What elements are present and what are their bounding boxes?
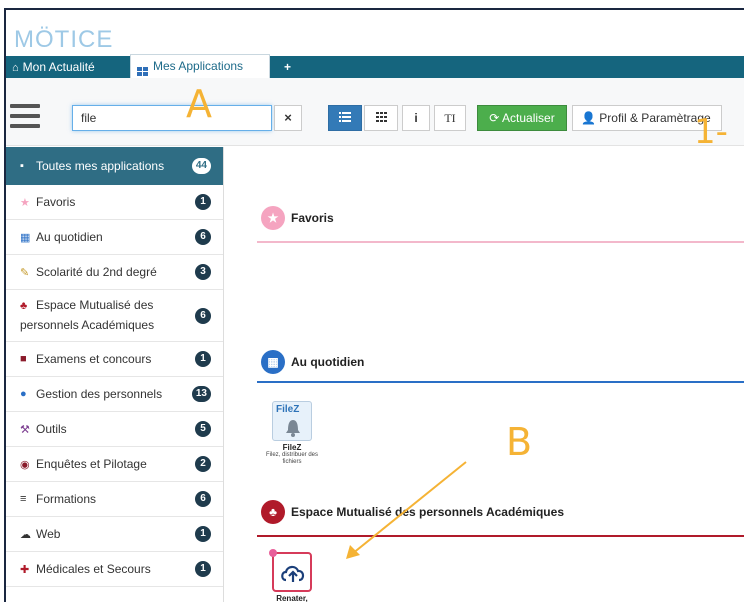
- tab-label: Mon Actualité: [22, 60, 95, 74]
- sidebar-item-formations[interactable]: ≡ Formations 6: [6, 482, 223, 517]
- add-tab-button[interactable]: +: [278, 56, 298, 78]
- sidebar-item-favoris[interactable]: ★ Favoris 1: [6, 185, 223, 220]
- app-window: MÖTICE ⌂ Mon Actualité Mes Applications +…: [4, 8, 744, 602]
- count-badge: 13: [191, 386, 211, 402]
- category-sidebar: ▪ Toutes mes applications 44 ★ Favoris 1…: [6, 147, 224, 602]
- section-divider: [257, 241, 744, 243]
- search-input[interactable]: [72, 105, 272, 131]
- app-filez[interactable]: FileZ FileZ Filez, distribuer des fichie…: [257, 401, 327, 466]
- count-badge: 1: [195, 526, 211, 542]
- medkit-icon: ✚: [20, 563, 30, 576]
- tab-mes-applications[interactable]: Mes Applications: [130, 54, 270, 78]
- sidebar-item-gestion[interactable]: ● Gestion des personnels 13: [6, 377, 223, 412]
- filez-icon: FileZ: [272, 401, 312, 441]
- annotation-a: A: [186, 82, 212, 126]
- sidebar-item-toutes[interactable]: ▪ Toutes mes applications 44: [6, 147, 223, 185]
- list-icon: [339, 112, 351, 122]
- count-badge: 6: [195, 229, 211, 245]
- count-badge: 44: [191, 158, 211, 174]
- sidebar-item-outils[interactable]: ⚒ Outils 5: [6, 412, 223, 447]
- puzzle-icon: ♣: [261, 500, 285, 524]
- grid-view-button[interactable]: [364, 105, 398, 131]
- user-icon: 👤: [581, 111, 596, 125]
- tab-label: Mes Applications: [153, 59, 244, 73]
- folder-icon: ▪: [20, 160, 24, 172]
- section-title: Espace Mutualisé des personnels Académiq…: [291, 505, 564, 519]
- graduation-icon: ≡: [20, 493, 27, 505]
- count-badge: 1: [195, 351, 211, 367]
- grid-icon: [137, 67, 148, 76]
- text-size-button[interactable]: TI: [434, 105, 466, 131]
- tab-mon-actualite[interactable]: ⌂ Mon Actualité: [6, 56, 128, 78]
- toolbar: × i TI ⟳ Actualiser 👤 Profil & Paramètra…: [6, 78, 744, 146]
- count-badge: 1: [195, 194, 211, 210]
- star-icon: ★: [20, 196, 30, 209]
- section-divider: [257, 381, 744, 383]
- section-title: Au quotidien: [291, 355, 365, 369]
- section-au-quotidien: ▦ Au quotidien: [257, 347, 744, 383]
- sidebar-item-examens[interactable]: ■ Examens et concours 1: [6, 342, 223, 377]
- menu-icon[interactable]: [10, 104, 42, 130]
- motice-logo: MÖTICE: [14, 26, 114, 53]
- refresh-icon: ⟳: [489, 111, 500, 125]
- sidebar-item-medicales[interactable]: ✚ Médicales et Secours 1: [6, 552, 223, 587]
- annotation-one: 1-: [694, 112, 728, 152]
- app-name: FileZ: [282, 443, 302, 452]
- sidebar-item-au-quotidien[interactable]: ▦ Au quotidien 6: [6, 220, 223, 255]
- grid-icon: [375, 112, 387, 122]
- count-badge: 6: [195, 307, 211, 324]
- app-description: Filez, distribuer des fichiers: [265, 452, 319, 465]
- bell-icon: [286, 420, 300, 437]
- applications-panel: ★ Favoris ▦ Au quotidien FileZ FileZ Fil…: [225, 147, 744, 602]
- list-view-button[interactable]: [328, 105, 362, 131]
- tab-bar: ⌂ Mon Actualité Mes Applications +: [6, 54, 744, 78]
- edit-icon: ✎: [20, 266, 30, 279]
- sidebar-item-web[interactable]: ☁ Web 1: [6, 517, 223, 552]
- gauge-icon: ◉: [20, 458, 30, 471]
- favorite-dot: [269, 549, 277, 557]
- count-badge: 3: [195, 264, 211, 280]
- sidebar-item-espace-mutualise[interactable]: ♣ Espace Mutualisé des personnels Académi…: [6, 290, 223, 342]
- cloud-upload-icon: [269, 549, 312, 592]
- home-icon: ⌂: [12, 62, 19, 74]
- section-espace-mutualise: ♣ Espace Mutualisé des personnels Académ…: [257, 497, 744, 537]
- section-favoris: ★ Favoris: [257, 203, 744, 243]
- user-icon: ●: [20, 388, 27, 400]
- section-title: Favoris: [291, 211, 334, 225]
- calendar-icon: ▦: [261, 350, 285, 374]
- app-name: Renater, Filesender: [276, 594, 308, 602]
- clear-search-button[interactable]: ×: [274, 105, 302, 131]
- puzzle-icon: ♣: [20, 300, 28, 312]
- refresh-button[interactable]: ⟳ Actualiser: [477, 105, 567, 131]
- cloud-icon: ☁: [20, 528, 31, 541]
- count-badge: 1: [195, 561, 211, 577]
- count-badge: 2: [195, 456, 211, 472]
- refresh-label: Actualiser: [502, 111, 555, 125]
- count-badge: 6: [195, 491, 211, 507]
- sidebar-item-enquetes[interactable]: ◉ Enquêtes et Pilotage 2: [6, 447, 223, 482]
- calendar-icon: ▦: [20, 231, 31, 244]
- annotation-b: B: [506, 420, 533, 464]
- section-divider: [257, 535, 744, 537]
- wrench-icon: ⚒: [20, 423, 30, 436]
- star-icon: ★: [261, 206, 285, 230]
- briefcase-icon: ■: [20, 353, 27, 365]
- sidebar-item-scolarite[interactable]: ✎ Scolarité du 2nd degré 3: [6, 255, 223, 290]
- app-renater-filesender[interactable]: Renater, Filesender: [257, 549, 327, 602]
- sidebar-item-label: Espace Mutualisé des personnels Académiq…: [20, 298, 155, 332]
- info-button[interactable]: i: [402, 105, 430, 131]
- count-badge: 5: [195, 421, 211, 437]
